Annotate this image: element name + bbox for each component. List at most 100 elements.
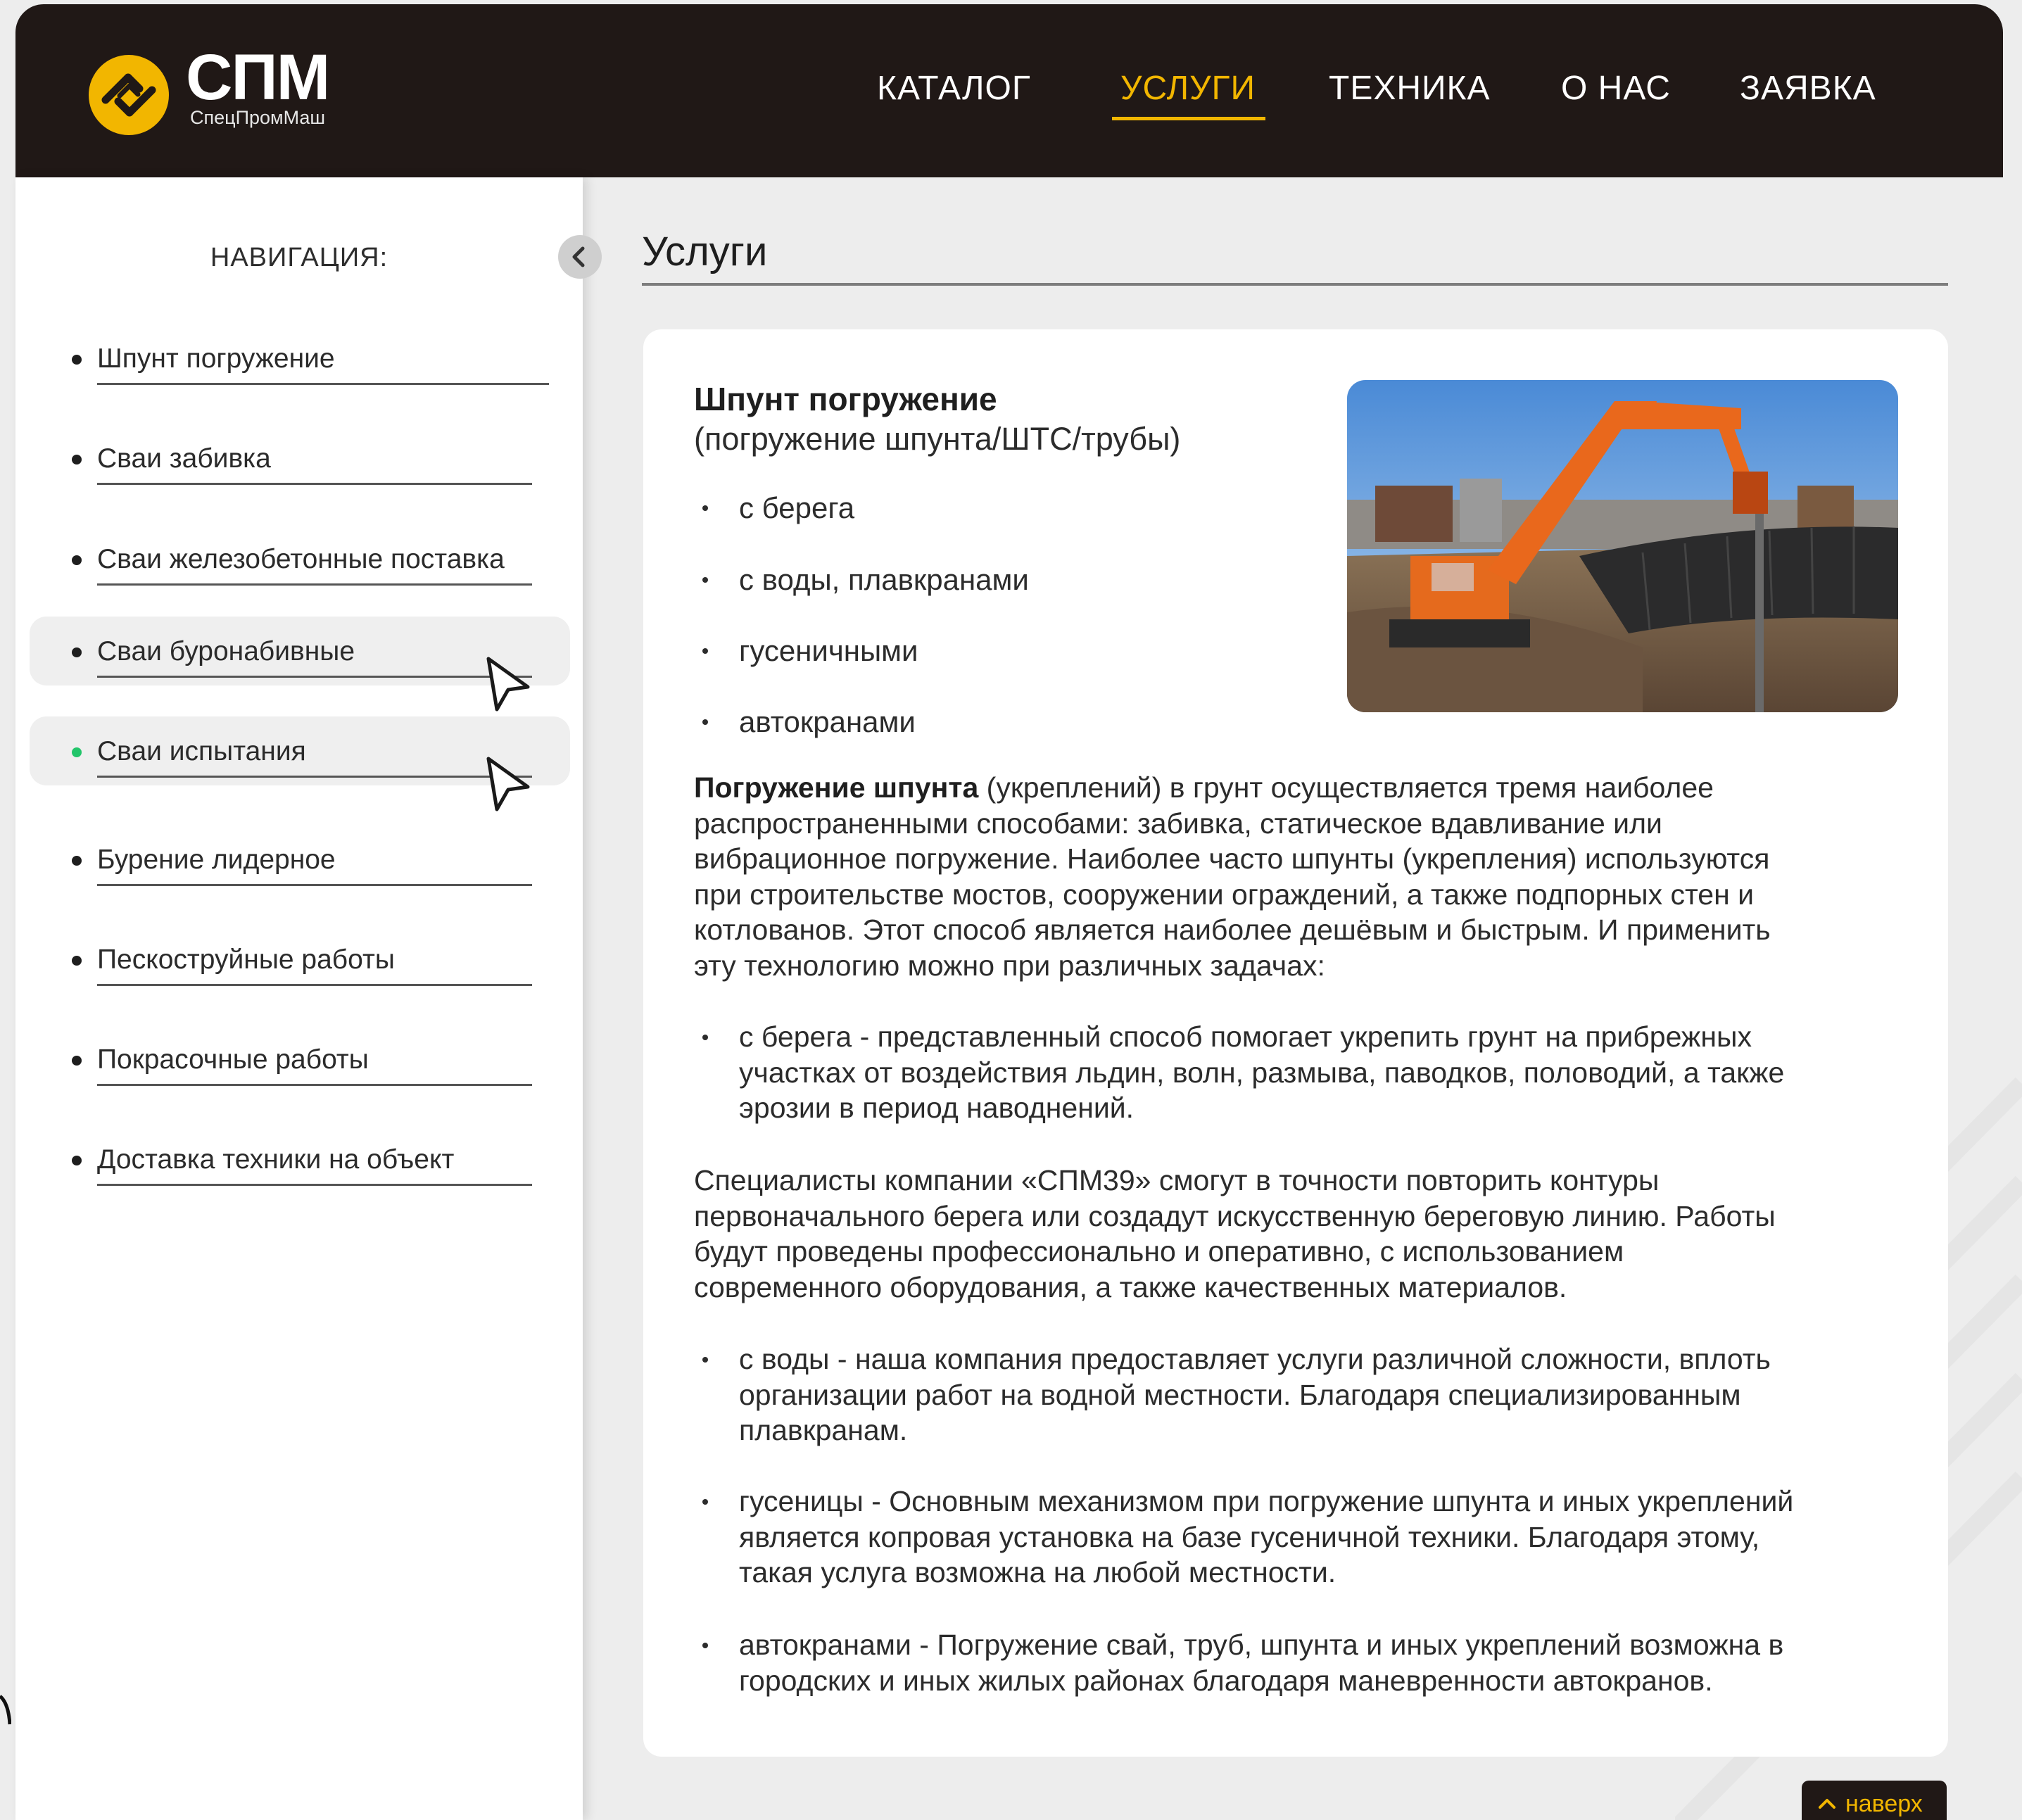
sidebar-item-label: Доставка техники на объект (97, 1144, 455, 1175)
detail-line: участках от воздействия льдин, волн, раз… (739, 1056, 1785, 1089)
detail-line: является копровая установка на базе гусе… (739, 1520, 1760, 1553)
sidebar-item-label: Пескоструйные работы (97, 944, 395, 975)
paragraph-line: будут проведены профессионально и операт… (694, 1235, 1624, 1268)
sidebar: НАВИГАЦИЯ: Шпунт погружение Сваи забивка… (15, 177, 583, 1820)
paragraph-line: первоначального берега или создадут иску… (694, 1199, 1776, 1232)
sidebar-item-pile-testing[interactable]: Сваи испытания (30, 716, 570, 811)
nav-active-underline (1112, 117, 1265, 120)
sidebar-item-label: Покрасочные работы (97, 1044, 369, 1075)
bullet-icon (702, 719, 708, 725)
detail-line: автокранами - Погружение свай, труб, шпу… (739, 1629, 1784, 1661)
bullet-icon (72, 355, 82, 365)
paragraph-line: Специалисты компании «СПМ39» смогут в то… (694, 1164, 1660, 1196)
bullet-icon (72, 555, 82, 565)
nav-item-request[interactable]: ЗАЯВКА (1740, 72, 1876, 106)
bullet-icon (72, 856, 82, 866)
sidebar-item-bored-piles[interactable]: Сваи буронабивные (30, 617, 570, 712)
bullet-icon (702, 1035, 708, 1040)
service-title: Шпунт погружение (694, 381, 997, 417)
sidebar-item-leader-drilling[interactable]: Бурение лидерное (15, 828, 567, 895)
detail-line: организации работ на водной местности. Б… (739, 1378, 1741, 1411)
sidebar-collapse-button[interactable] (558, 235, 602, 279)
logo-mark-icon (89, 55, 169, 135)
intro-line: котлованов. Этот способ является наиболе… (694, 914, 1771, 946)
bullet-icon (702, 505, 708, 511)
item-underline (97, 676, 532, 678)
bullet-icon (72, 1156, 82, 1165)
item-underline (97, 383, 549, 385)
sidebar-item-label: Бурение лидерное (97, 845, 336, 875)
back-to-top-button[interactable]: наверх (1802, 1781, 1947, 1820)
method-label: с берега (739, 491, 855, 524)
detail-line: с берега - представленный способ помогае… (739, 1020, 1752, 1053)
header: СПМ СпецПромМаш КАТАЛОГ УСЛУГИ ТЕХНИКА О… (15, 4, 2003, 177)
sidebar-item-label: Сваи буронабивные (97, 636, 355, 666)
method-label: с воды, плавкранами (739, 563, 1029, 596)
detail-line: с воды - наша компания предоставляет усл… (739, 1343, 1771, 1375)
active-bullet-icon (72, 747, 82, 757)
bullet-icon (702, 648, 708, 654)
back-to-top-label: наверх (1845, 1790, 1923, 1817)
sidebar-item-painting[interactable]: Покрасочные работы (15, 1028, 567, 1095)
specialists-paragraph: Специалисты компании «СПМ39» смогут в то… (694, 1163, 1933, 1305)
sidebar-title: НАВИГАЦИЯ: (210, 243, 388, 272)
detail-line: плавкранам. (739, 1414, 908, 1446)
bullet-icon (72, 1056, 82, 1066)
item-underline (97, 776, 532, 778)
edge-mark (0, 1695, 11, 1725)
logo[interactable]: СПМ СпецПромМаш (73, 42, 369, 145)
item-underline (97, 884, 532, 886)
sidebar-item-label: Шпунт погружение (97, 343, 335, 374)
title-divider (642, 283, 1948, 286)
sidebar-item-sandblasting[interactable]: Пескоструйные работы (15, 928, 567, 995)
bullet-icon (702, 1643, 708, 1648)
logo-subtitle: СпецПромМаш (190, 107, 326, 128)
item-underline (97, 984, 532, 986)
sidebar-item-pile-driving[interactable]: Сваи забивка (15, 426, 567, 494)
method-label: гусеничными (739, 634, 918, 667)
cursor-icon (486, 657, 530, 712)
bullet-icon (702, 577, 708, 583)
bullet-icon (702, 1499, 708, 1505)
service-photo (1347, 380, 1898, 712)
nav-item-equipment[interactable]: ТЕХНИКА (1329, 72, 1491, 106)
chevron-up-icon (1819, 1799, 1835, 1809)
item-underline (97, 1084, 532, 1086)
paragraph-line: современного оборудования, а также качес… (694, 1270, 1567, 1303)
sidebar-item-sheet-pile[interactable]: Шпунт погружение (15, 327, 567, 394)
intro-line: эту технологию можно при различных задач… (694, 949, 1325, 982)
logo-title: СПМ (186, 42, 330, 113)
intro-line: (укреплений) в грунт осуществляется трем… (978, 771, 1714, 804)
sidebar-item-label: Сваи испытания (97, 736, 306, 766)
item-underline (97, 483, 532, 485)
sidebar-item-delivery[interactable]: Доставка техники на объект (15, 1127, 567, 1195)
detail-line: гусеницы - Основным механизмом при погру… (739, 1485, 1794, 1517)
sidebar-item-label: Сваи железобетонные поставка (97, 544, 505, 574)
nav-item-about[interactable]: О НАС (1561, 72, 1671, 106)
nav-item-catalog[interactable]: КАТАЛОГ (877, 72, 1031, 106)
bullet-icon (702, 1357, 708, 1363)
sidebar-item-label: Сваи забивка (97, 443, 271, 474)
method-label: автокранами (739, 705, 916, 738)
chevron-left-icon (572, 246, 585, 267)
item-underline (97, 583, 532, 586)
service-subtitle: (погружение шпунта/ШТС/трубы) (694, 421, 1181, 457)
nav-item-services[interactable]: УСЛУГИ (1120, 72, 1256, 106)
page-title: Услуги (642, 229, 768, 274)
bullet-icon (72, 956, 82, 966)
cursor-icon (486, 757, 530, 811)
bullet-icon (72, 455, 82, 465)
intro-paragraph: Погружение шпунта (укреплений) в грунт о… (694, 770, 1933, 983)
bullet-icon (72, 647, 82, 657)
item-underline (97, 1184, 532, 1186)
detail-line: городских и иных жилых районах благодаря… (739, 1664, 1713, 1697)
intro-bold: Погружение шпунта (694, 771, 979, 804)
detail-line: такая услуга возможна на любой местности… (739, 1556, 1337, 1588)
intro-line: вибрационное погружение. Наиболее часто … (694, 842, 1770, 875)
detail-line: эрозии в период наводнений. (739, 1092, 1135, 1124)
page: СПМ СпецПромМаш КАТАЛОГ УСЛУГИ ТЕХНИКА О… (0, 0, 2022, 1820)
service-card: Шпунт погружение (погружение шпунта/ШТС/… (643, 329, 1948, 1757)
intro-line: распространенными способами: забивка, ст… (694, 807, 1662, 840)
intro-line: при строительстве мостов, сооружении огр… (694, 878, 1755, 911)
sidebar-item-concrete-piles[interactable]: Сваи железобетонные поставка (15, 527, 567, 595)
